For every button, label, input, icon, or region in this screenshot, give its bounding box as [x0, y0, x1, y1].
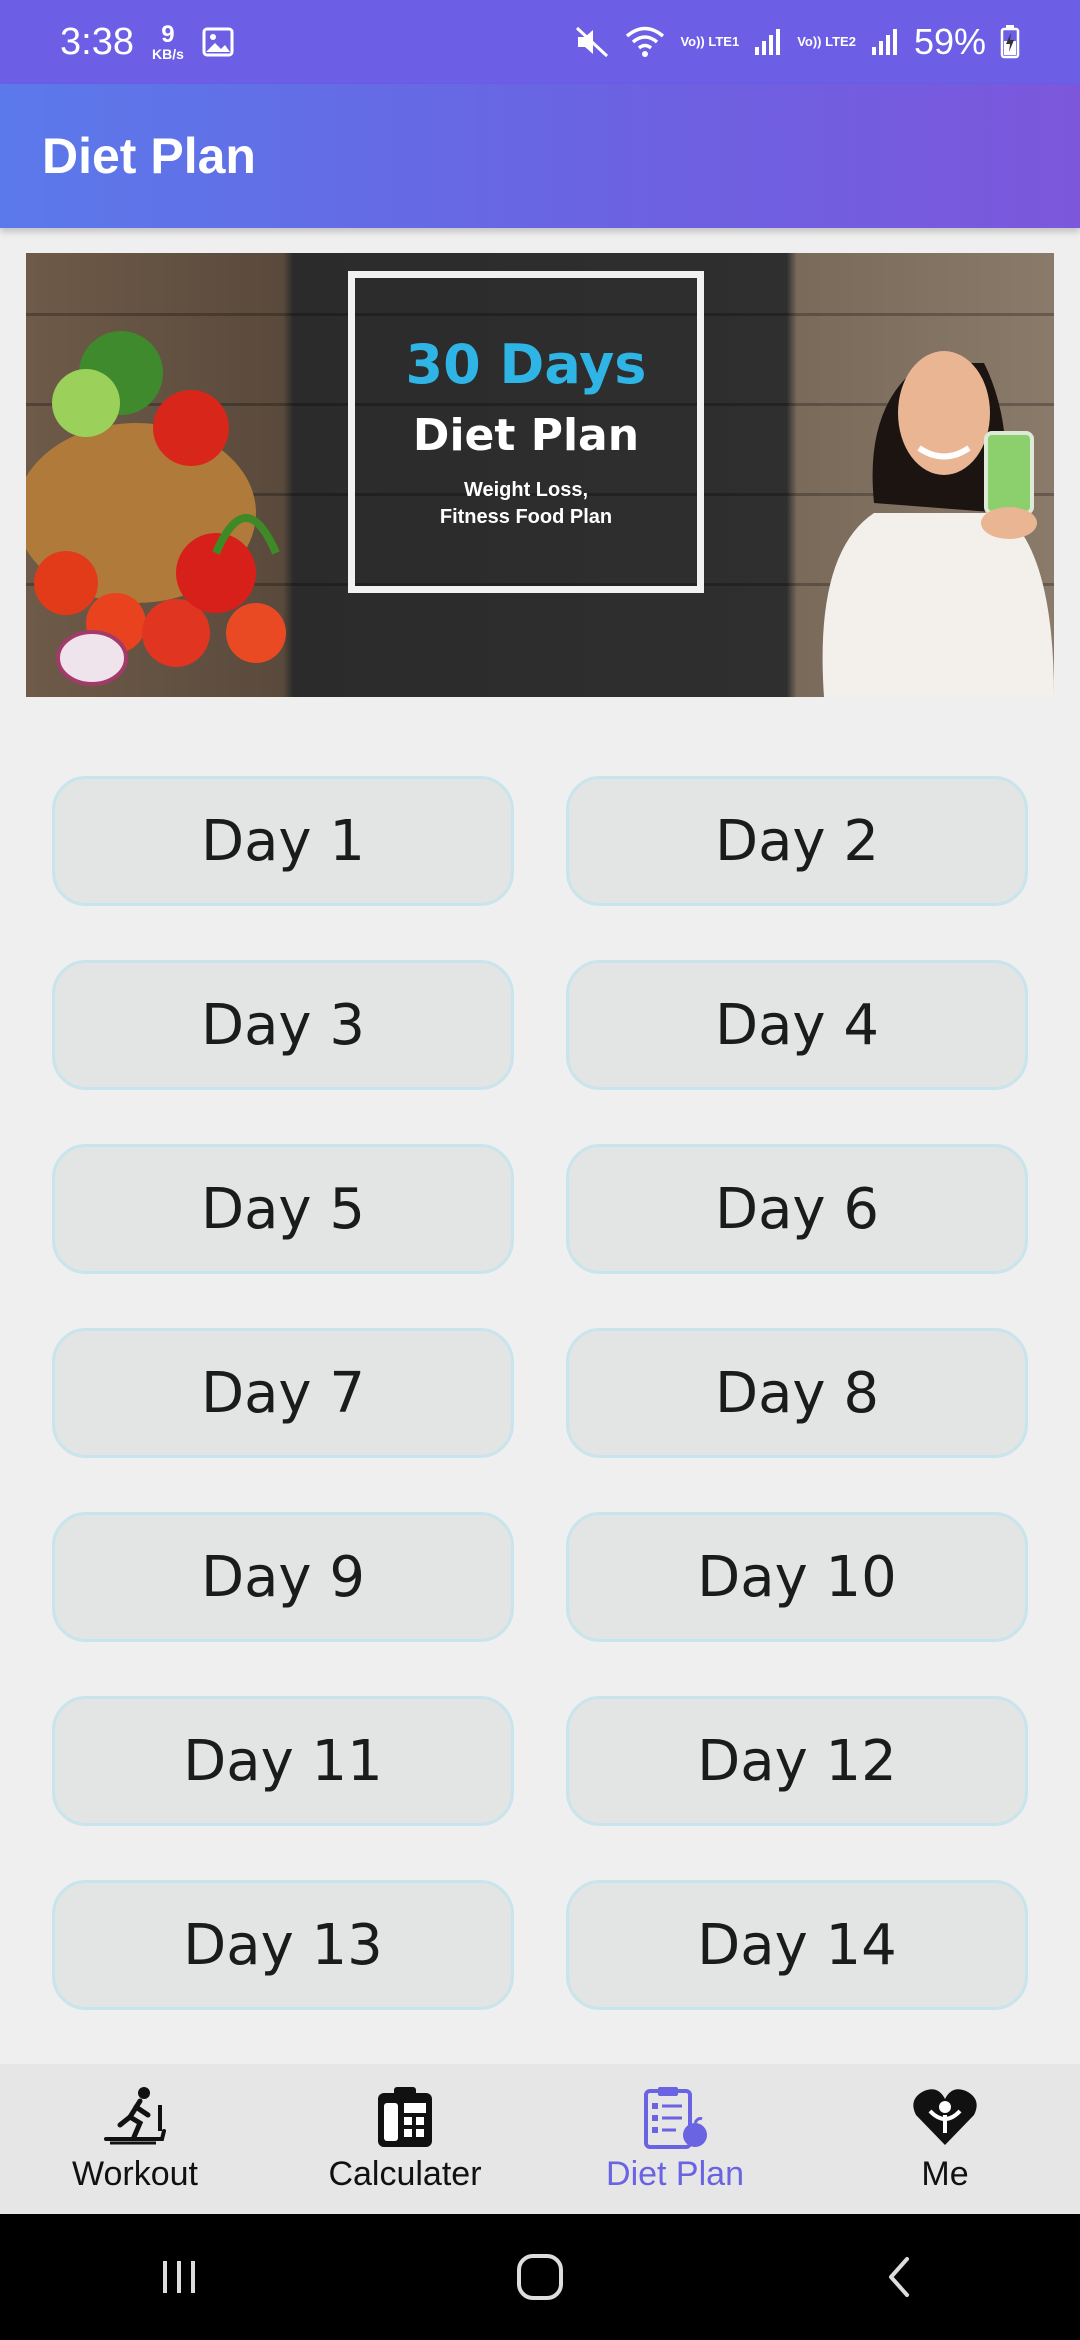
day-button[interactable]: Day 12: [566, 1696, 1028, 1826]
nav-workout[interactable]: Workout: [0, 2064, 270, 2214]
day-button-label: Day 14: [697, 1912, 897, 1978]
day-button-label: Day 1: [200, 808, 365, 874]
status-bar: 3:38 9 KB/s Vo)) LTE1 Vo)) LTE2 59%: [0, 0, 1080, 84]
day-button[interactable]: Day 13: [52, 1880, 514, 2010]
day-button-label: Day 2: [714, 808, 879, 874]
day-button[interactable]: Day 10: [566, 1512, 1028, 1642]
day-button-label: Day 11: [183, 1728, 383, 1794]
nav-label-calculater: Calculater: [328, 2154, 482, 2193]
system-navigation-bar: [0, 2214, 1080, 2340]
day-button-label: Day 13: [183, 1912, 383, 1978]
day-button[interactable]: Day 5: [52, 1144, 514, 1274]
nav-label-me: Me: [921, 2154, 969, 2193]
vegetable-basket-illustration: [26, 331, 286, 686]
day-button[interactable]: Day 6: [566, 1144, 1028, 1274]
day-button[interactable]: Day 7: [52, 1328, 514, 1458]
day-button[interactable]: Day 9: [52, 1512, 514, 1642]
back-icon[interactable]: [877, 2253, 925, 2301]
day-button-label: Day 4: [714, 992, 879, 1058]
day-button-label: Day 6: [714, 1176, 879, 1242]
day-button[interactable]: Day 2: [566, 776, 1028, 906]
diet-clipboard-icon: [644, 2086, 707, 2149]
banner-subtitle: Weight Loss, Fitness Food Plan: [439, 479, 613, 528]
day-button[interactable]: Day 14: [566, 1880, 1028, 2010]
page-title: Diet Plan: [42, 128, 256, 184]
banner-headline: 30 Days: [405, 333, 647, 396]
nav-diet-plan[interactable]: Diet Plan: [540, 2064, 810, 2214]
signal1-icon: [755, 29, 781, 55]
day-button-label: Day 8: [714, 1360, 879, 1426]
nav-label-workout: Workout: [72, 2154, 198, 2193]
day-button[interactable]: Day 3: [52, 960, 514, 1090]
banner-title: Diet Plan: [412, 410, 640, 461]
day-button-label: Day 10: [697, 1544, 897, 1610]
diet-plan-banner: 30 Days Diet Plan Weight Loss, Fitness F…: [26, 253, 1054, 697]
nav-calculater[interactable]: Calculater: [270, 2064, 540, 2214]
day-button[interactable]: Day 8: [566, 1328, 1028, 1458]
home-icon[interactable]: [514, 2251, 566, 2303]
day-button[interactable]: Day 11: [52, 1696, 514, 1826]
recent-apps-icon[interactable]: [155, 2253, 203, 2301]
day-button-label: Day 12: [697, 1728, 897, 1794]
day-button-label: Day 3: [200, 992, 365, 1058]
status-time: 3:38: [60, 20, 134, 63]
sim2-label: Vo)) LTE2: [797, 34, 856, 50]
nav-me[interactable]: Me: [810, 2064, 1080, 2214]
mute-icon: [576, 26, 609, 58]
day-button[interactable]: Day 4: [566, 960, 1028, 1090]
bottom-navigation: Workout Calculater Diet Plan Me: [0, 2064, 1080, 2214]
battery-charging-icon: [1000, 25, 1020, 59]
heart-person-icon: [913, 2088, 977, 2145]
wifi-icon: [626, 26, 665, 57]
day-button-label: Day 7: [200, 1360, 365, 1426]
day-grid: Day 1 Day 2 Day 3 Day 4 Day 5 Day 6 Day 7 Day 8…: [52, 776, 1028, 2010]
banner-frame: 30 Days Diet Plan Weight Loss, Fitness F…: [348, 271, 704, 593]
nav-label-diet-plan: Diet Plan: [606, 2154, 744, 2193]
treadmill-icon: [104, 2086, 166, 2144]
signal2-icon: [871, 29, 897, 55]
day-button-label: Day 9: [200, 1544, 365, 1610]
battery-percent: 59%: [913, 21, 986, 62]
app-bar: Diet Plan: [0, 84, 1080, 228]
network-speed: 9 KB/s: [151, 21, 184, 62]
sim1-label: Vo)) LTE1: [680, 34, 740, 50]
woman-with-juice-illustration: [822, 351, 1054, 697]
day-button-label: Day 5: [200, 1176, 365, 1242]
gallery-icon: [202, 27, 234, 57]
calculator-icon: [378, 2086, 432, 2147]
day-button[interactable]: Day 1: [52, 776, 514, 906]
